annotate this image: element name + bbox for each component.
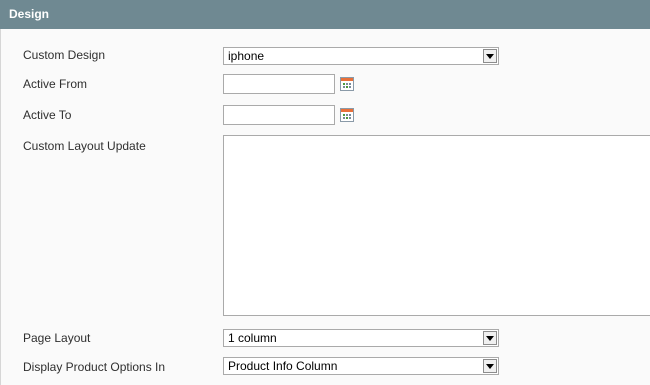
custom-design-value: iphone <box>228 49 265 63</box>
chevron-down-icon[interactable] <box>483 331 497 345</box>
custom-design-select[interactable]: iphone <box>223 47 499 65</box>
chevron-down-icon[interactable] <box>483 49 497 63</box>
display-product-options-label: Display Product Options In <box>23 360 166 374</box>
display-product-options-select[interactable]: Product Info Column <box>223 357 499 375</box>
active-to-label: Active To <box>23 108 72 122</box>
chevron-down-icon[interactable] <box>483 359 497 373</box>
page-layout-select[interactable]: 1 column <box>223 329 499 347</box>
active-from-label: Active From <box>23 77 88 91</box>
calendar-icon[interactable] <box>340 77 354 91</box>
calendar-icon[interactable] <box>340 108 354 122</box>
design-fieldset: Custom Design iphone Active From Active … <box>0 29 650 385</box>
page-layout-label: Page Layout <box>23 331 91 345</box>
custom-layout-update-textarea[interactable] <box>223 135 650 316</box>
display-product-options-value: Product Info Column <box>228 359 338 373</box>
custom-design-label: Custom Design <box>23 48 106 62</box>
active-from-input[interactable] <box>223 74 335 94</box>
active-to-input[interactable] <box>223 105 335 125</box>
page-layout-value: 1 column <box>228 331 277 345</box>
custom-layout-update-label: Custom Layout Update <box>23 139 146 153</box>
section-header[interactable]: Design <box>0 0 650 29</box>
section-title: Design <box>9 7 50 21</box>
